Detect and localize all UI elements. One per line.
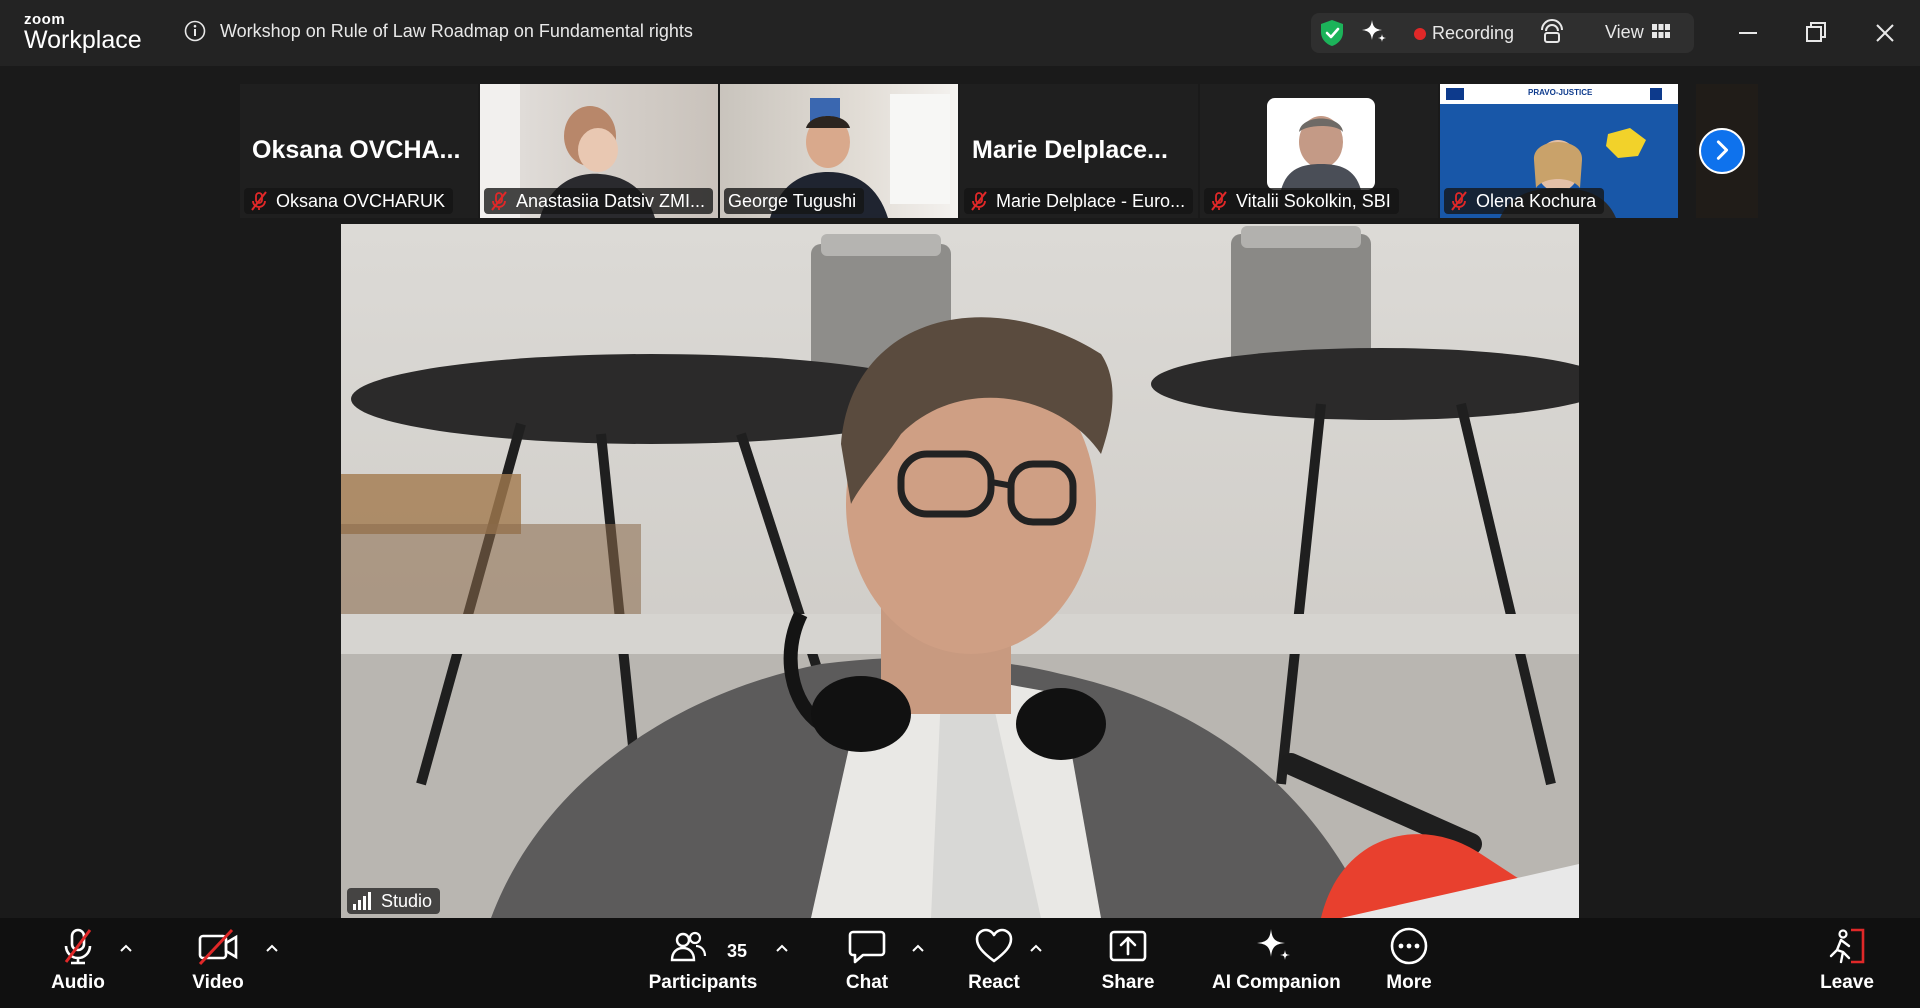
heart-icon bbox=[975, 928, 1013, 963]
share-screen-icon bbox=[1109, 930, 1147, 962]
participant-tile[interactable]: PRAVO-JUSTICE Olena Kochura bbox=[1440, 84, 1678, 218]
participant-tile[interactable]: Anastasiia Datsiv ZMI... bbox=[480, 84, 718, 218]
more-label: More bbox=[1386, 972, 1432, 993]
react-button[interactable]: React bbox=[958, 926, 1030, 1002]
share-button[interactable]: Share bbox=[1092, 926, 1164, 1002]
active-speaker-video[interactable]: Studio bbox=[341, 224, 1579, 918]
participants-icon bbox=[670, 931, 707, 962]
participant-name: Oksana OVCHARUK bbox=[276, 190, 446, 211]
grid-view-icon[interactable] bbox=[1652, 22, 1670, 40]
speaker-video-feed bbox=[341, 224, 1579, 918]
recording-label[interactable]: Recording bbox=[1432, 23, 1514, 44]
audio-button[interactable]: Audio bbox=[40, 926, 116, 1002]
react-label: React bbox=[968, 972, 1020, 993]
view-menu-label[interactable]: View bbox=[1605, 22, 1644, 43]
zoom-workplace-logo: zoom Workplace bbox=[24, 12, 142, 53]
participant-tile[interactable]: George Tugushi bbox=[720, 84, 958, 218]
participant-big-name: Oksana OVCHA... bbox=[252, 136, 461, 164]
leave-button[interactable]: Leave bbox=[1814, 926, 1880, 1002]
mic-muted-icon bbox=[1211, 191, 1227, 211]
video-off-icon bbox=[198, 928, 238, 966]
banner-text: PRAVO-JUSTICE bbox=[1528, 88, 1593, 97]
minimize-icon[interactable] bbox=[1731, 16, 1765, 50]
more-button[interactable]: More bbox=[1374, 926, 1444, 1002]
mic-muted-icon bbox=[491, 191, 507, 211]
participant-name: Marie Delplace - Euro... bbox=[996, 190, 1186, 211]
mic-muted-icon bbox=[1451, 191, 1467, 211]
ai-companion-label: AI Companion bbox=[1212, 972, 1341, 993]
chat-label: Chat bbox=[845, 972, 889, 993]
next-page-chevron-icon[interactable] bbox=[1699, 128, 1745, 174]
meeting-title: Workshop on Rule of Law Roadmap on Funda… bbox=[220, 21, 693, 41]
more-options-icon bbox=[1390, 927, 1428, 965]
participant-profile-photo bbox=[1267, 98, 1375, 190]
participant-name-tag: Marie Delplace - Euro... bbox=[964, 188, 1194, 214]
participant-name-tag: Oksana OVCHARUK bbox=[244, 188, 454, 214]
chat-options-caret-icon[interactable] bbox=[910, 942, 926, 954]
share-label: Share bbox=[1101, 972, 1155, 993]
participant-tile[interactable]: Oksana OVCHA... Oksana OVCHARUK bbox=[240, 84, 478, 218]
mic-muted-icon bbox=[251, 191, 267, 211]
live-transcript-icon[interactable] bbox=[1538, 18, 1566, 46]
audio-options-caret-icon[interactable] bbox=[118, 942, 134, 954]
recording-dot-icon bbox=[1414, 28, 1426, 40]
mic-muted-icon bbox=[971, 191, 987, 211]
mic-muted-icon bbox=[64, 928, 92, 965]
video-label: Video bbox=[192, 972, 244, 993]
chat-bubble-icon bbox=[848, 930, 886, 964]
participants-button[interactable]: Participants bbox=[648, 926, 758, 1002]
participants-label: Participants bbox=[648, 972, 758, 993]
participant-count: 35 bbox=[727, 941, 748, 961]
video-button[interactable]: Video bbox=[180, 926, 256, 1002]
ai-companion-sparkle-icon bbox=[1257, 929, 1290, 960]
participant-tile[interactable]: Vitalii Sokolkin, SBI bbox=[1200, 84, 1438, 218]
close-window-icon[interactable] bbox=[1868, 16, 1902, 50]
audio-label: Audio bbox=[51, 972, 105, 993]
leave-meeting-icon bbox=[1829, 928, 1865, 964]
shield-check-icon[interactable] bbox=[1319, 19, 1345, 47]
participant-name: Olena Kochura bbox=[1476, 190, 1597, 211]
participant-name-tag: Olena Kochura bbox=[1444, 188, 1605, 214]
participant-name: Vitalii Sokolkin, SBI bbox=[1236, 190, 1391, 211]
participant-name: Anastasiia Datsiv ZMI... bbox=[516, 190, 706, 211]
participant-name-tag: George Tugushi bbox=[724, 188, 865, 214]
restore-window-icon[interactable] bbox=[1799, 16, 1833, 50]
connection-signal-icon bbox=[353, 892, 371, 910]
react-options-caret-icon[interactable] bbox=[1028, 942, 1044, 954]
logo-small-text: zoom bbox=[24, 11, 66, 28]
participant-name: George Tugushi bbox=[728, 190, 857, 211]
speaker-name-tag: Studio bbox=[347, 888, 441, 914]
chat-button[interactable]: Chat bbox=[832, 926, 902, 1002]
participant-name-tag: Vitalii Sokolkin, SBI bbox=[1204, 188, 1399, 214]
ai-companion-button[interactable]: AI Companion bbox=[1212, 926, 1341, 1002]
logo-big-text: Workplace bbox=[24, 26, 142, 54]
participants-options-caret-icon[interactable] bbox=[774, 942, 790, 954]
speaker-name: Studio bbox=[381, 890, 433, 911]
leave-label: Leave bbox=[1820, 972, 1874, 993]
participant-big-name: Marie Delplace... bbox=[972, 136, 1168, 164]
ai-sparkle-icon[interactable] bbox=[1360, 18, 1388, 46]
participant-tile[interactable]: Marie Delplace... Marie Delplace - Euro.… bbox=[960, 84, 1198, 218]
info-icon[interactable] bbox=[184, 20, 206, 42]
video-options-caret-icon[interactable] bbox=[264, 942, 280, 954]
participant-name-tag: Anastasiia Datsiv ZMI... bbox=[484, 188, 714, 214]
